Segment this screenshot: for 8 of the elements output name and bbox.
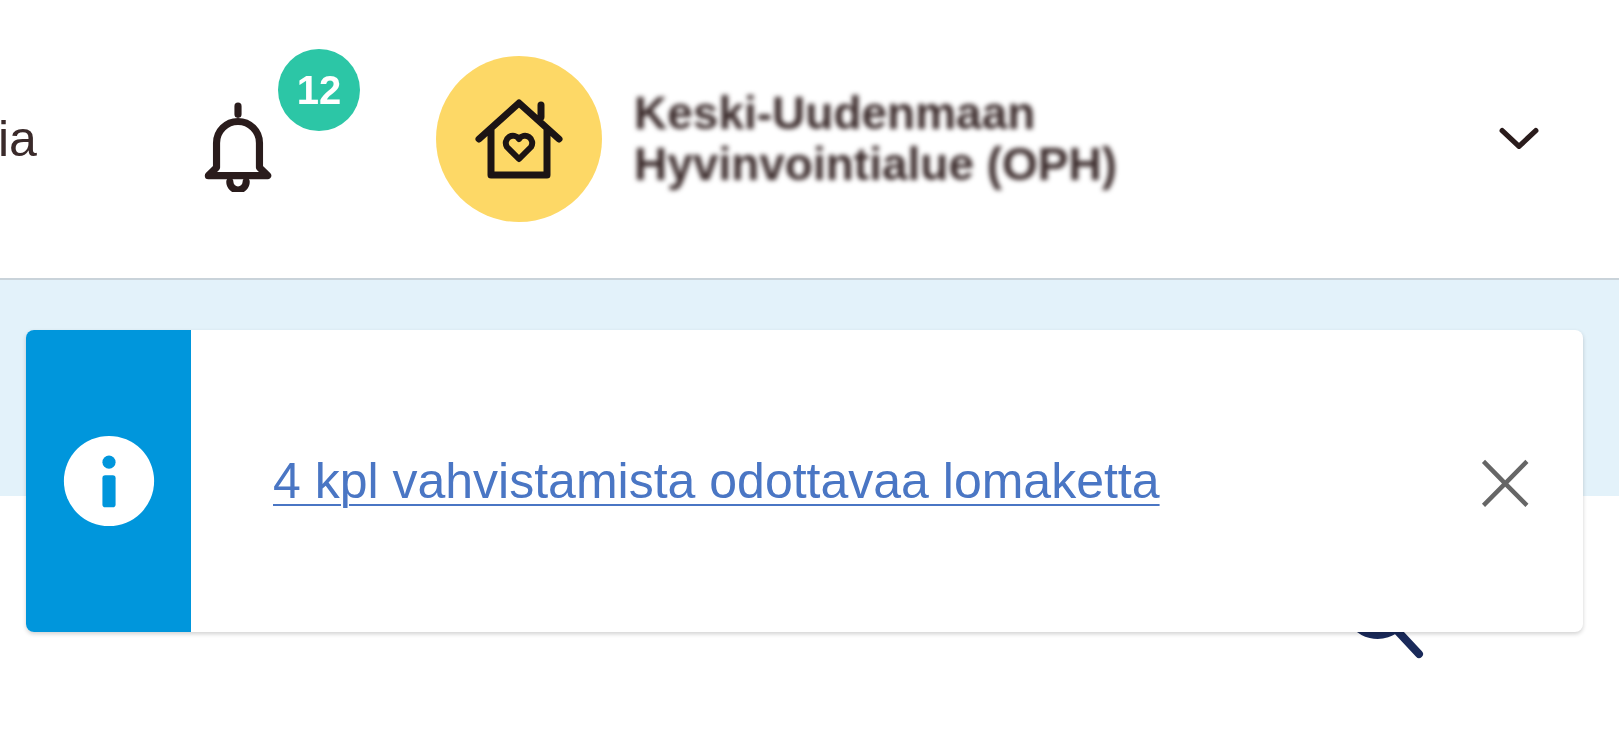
organization-name[interactable]: Keski-Uudenmaan Hyvinvointialue (OPH) [634,88,1354,190]
nav-link[interactable]: ia [0,110,178,168]
bell-icon[interactable] [202,100,274,192]
chevron-down-icon[interactable] [1498,126,1540,152]
pending-forms-link[interactable]: 4 kpl vahvistamista odottavaa lomaketta [273,436,1273,526]
close-button[interactable]: × [1455,436,1555,526]
info-icon [61,434,156,528]
notification-badge: 12 [278,49,360,131]
